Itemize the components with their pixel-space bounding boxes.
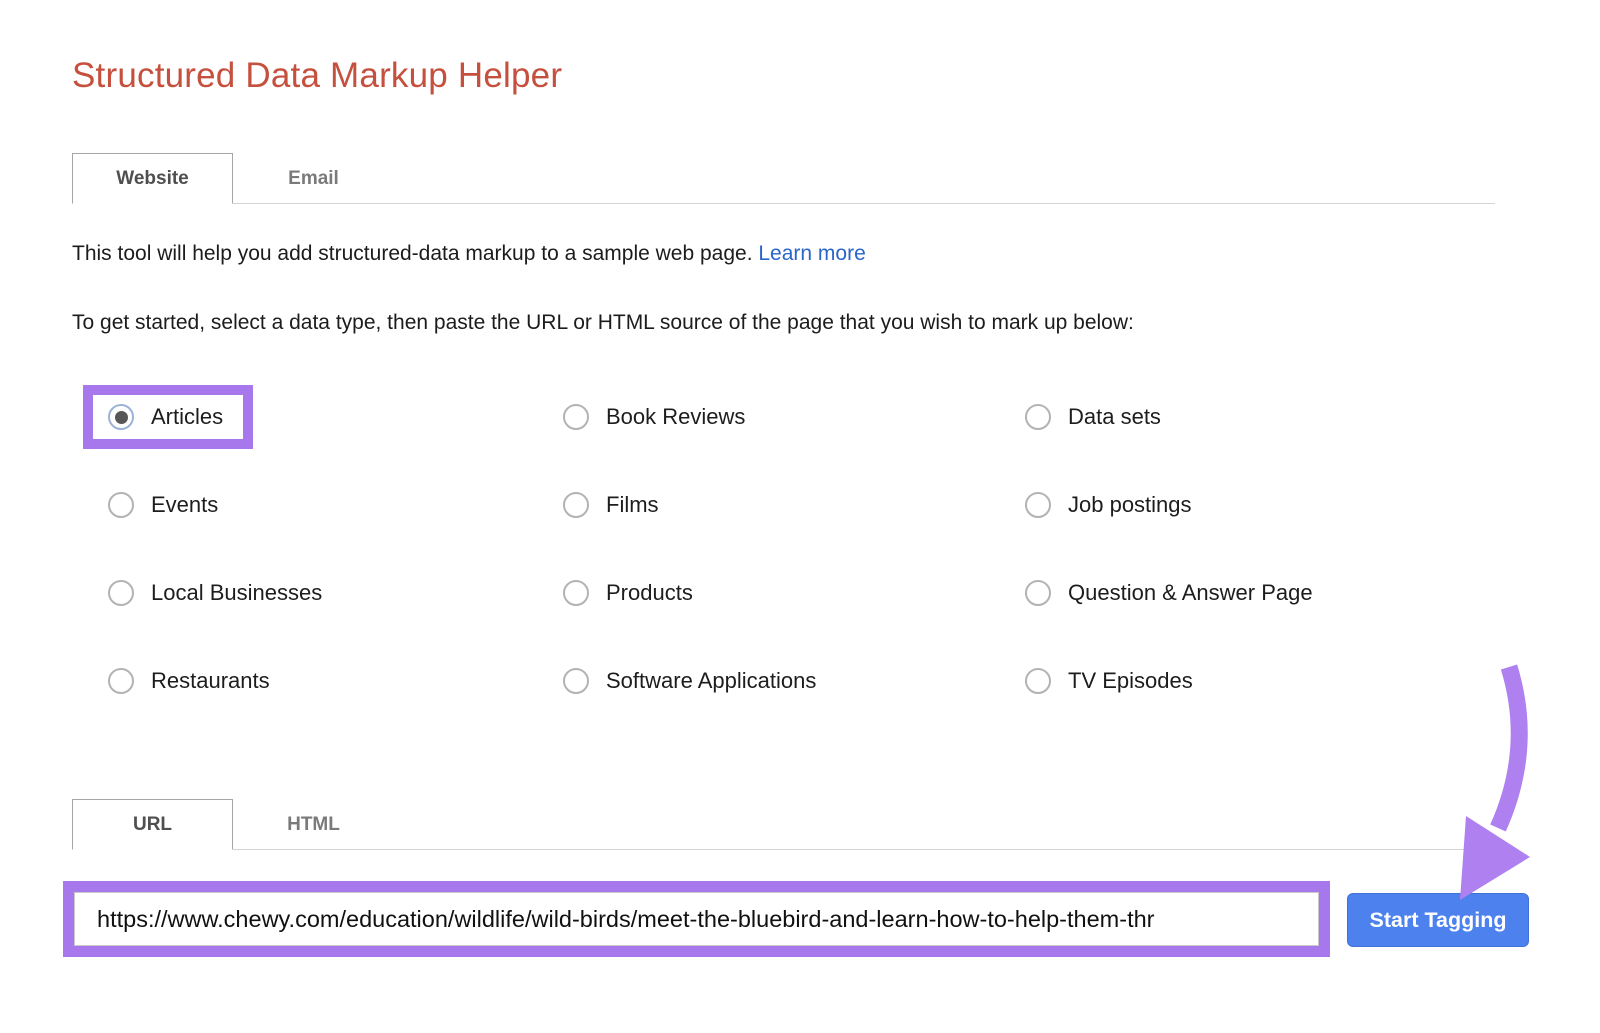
radio-option-software-applications[interactable]: Software Applications [563,668,1025,694]
start-tagging-button[interactable]: Start Tagging [1347,893,1529,947]
intro-sentence: This tool will help you add structured-d… [72,242,753,265]
radio-option-events[interactable]: Events [108,492,563,518]
website-email-tabbar: Website Email [72,153,1495,204]
learn-more-link[interactable]: Learn more [758,242,865,265]
url-highlight-box [63,881,1330,957]
intro-text: This tool will help you add structured-d… [72,242,866,266]
url-input[interactable] [74,892,1319,946]
radio-option-restaurants[interactable]: Restaurants [108,668,563,694]
tab-website[interactable]: Website [72,153,233,204]
url-html-tabbar: URL HTML [72,799,1495,850]
data-type-options: Articles Book Reviews Data sets Events F… [108,373,1313,725]
radio-icon[interactable] [108,580,134,606]
radio-option-job-postings[interactable]: Job postings [1025,492,1313,518]
radio-icon[interactable] [563,404,589,430]
articles-highlight-box: Articles [83,385,253,449]
radio-icon[interactable] [108,404,134,430]
structured-data-markup-helper-page: Structured Data Markup Helper Website Em… [0,0,1600,1033]
radio-icon[interactable] [1025,492,1051,518]
radio-option-tv-episodes[interactable]: TV Episodes [1025,668,1313,694]
instruction-text: To get started, select a data type, then… [72,311,1134,335]
radio-icon[interactable] [1025,668,1051,694]
radio-icon[interactable] [563,580,589,606]
tab-url[interactable]: URL [72,799,233,850]
radio-icon[interactable] [1025,404,1051,430]
radio-option-products[interactable]: Products [563,580,1025,606]
radio-option-local-businesses[interactable]: Local Businesses [108,580,563,606]
radio-icon[interactable] [563,668,589,694]
radio-option-articles[interactable]: Articles [108,385,563,449]
page-title: Structured Data Markup Helper [72,56,562,96]
radio-icon[interactable] [1025,580,1051,606]
annotation-arrow-icon [1388,648,1538,910]
radio-option-films[interactable]: Films [563,492,1025,518]
tab-html[interactable]: HTML [233,799,394,850]
radio-icon[interactable] [108,668,134,694]
radio-option-book-reviews[interactable]: Book Reviews [563,404,1025,430]
tab-email[interactable]: Email [233,153,394,204]
radio-option-data-sets[interactable]: Data sets [1025,404,1313,430]
radio-icon[interactable] [563,492,589,518]
radio-option-question-answer-page[interactable]: Question & Answer Page [1025,580,1313,606]
radio-icon[interactable] [108,492,134,518]
